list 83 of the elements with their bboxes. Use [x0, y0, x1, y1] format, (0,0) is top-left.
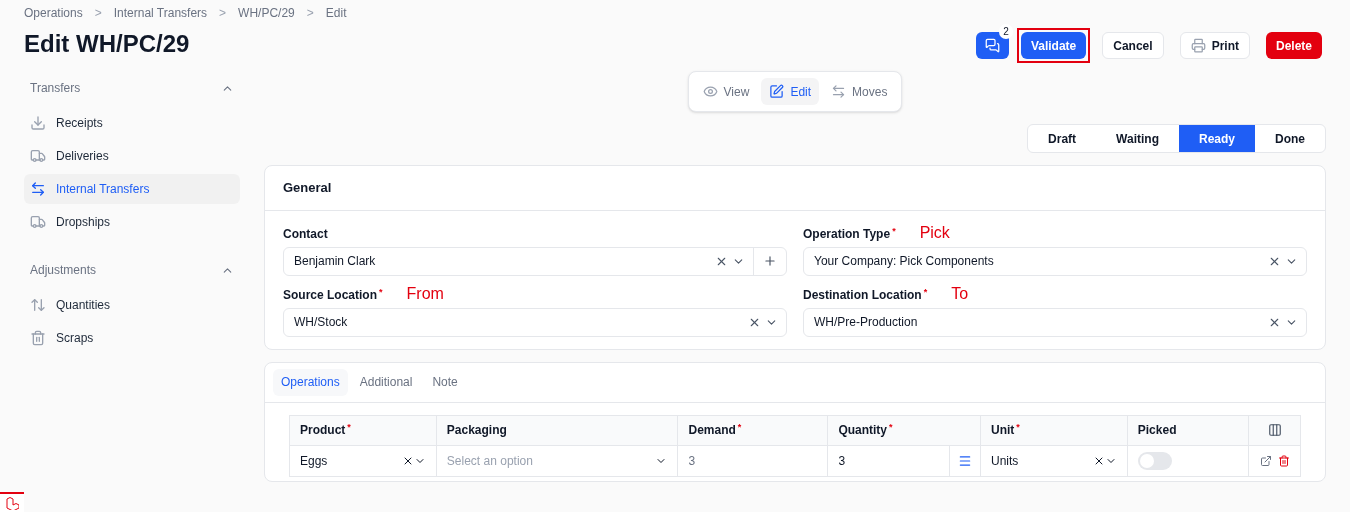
breadcrumb-link[interactable]: Edit [325, 4, 347, 22]
sidebar-item[interactable]: Scraps [24, 323, 240, 353]
nav-icon [30, 115, 46, 131]
required-mark: * [923, 286, 928, 297]
annotation-text: Pick [919, 222, 950, 243]
tab[interactable]: Note [424, 368, 466, 396]
view-tab[interactable]: Edit [761, 78, 820, 105]
column-header: Packaging [436, 415, 678, 445]
action-button[interactable]: Delete [1265, 32, 1322, 59]
field-value: Benjamin Clark [293, 253, 377, 270]
status-step: Waiting [1096, 125, 1179, 152]
field-label: Destination Location * [803, 285, 928, 304]
columns-icon[interactable] [1267, 423, 1282, 437]
page-title: Edit WH/PC/29 [24, 29, 191, 59]
sidebar-group-title: Transfers [30, 80, 81, 97]
printer-icon [1190, 38, 1206, 53]
chat-bubbles-icon [984, 38, 1000, 53]
column-header: Quantity * [827, 415, 981, 445]
sidebar-item[interactable]: Quantities [24, 290, 240, 320]
plus-icon [763, 254, 777, 268]
field-value: WH/Pre-Production [813, 314, 919, 331]
action-button[interactable]: Print [1179, 32, 1250, 59]
field-value: WH/Stock [293, 314, 349, 331]
eye-icon [702, 84, 718, 99]
required-mark: * [347, 422, 351, 432]
required-mark: * [889, 422, 893, 432]
demand-cell: 3 [678, 445, 828, 476]
packaging-select[interactable]: Select an option [446, 451, 668, 470]
annotation-text: To [951, 283, 969, 304]
required-mark: * [1016, 422, 1020, 432]
nav-icon [30, 214, 46, 230]
column-header: Demand * [678, 415, 828, 445]
select-field[interactable]: Benjamin Clark [283, 246, 787, 276]
required-mark: * [892, 225, 896, 236]
status-step: Draft [1028, 125, 1097, 152]
field-label: Operation Type * [803, 224, 896, 243]
open-icon[interactable] [1259, 454, 1272, 467]
sidebar-item[interactable]: Receipts [24, 108, 240, 138]
sidebar-item[interactable]: Dropships [24, 207, 240, 237]
required-mark: * [379, 286, 383, 297]
required-mark: * [737, 422, 742, 432]
select-field[interactable]: Your Company: Pick Components [803, 246, 1307, 276]
select-field[interactable]: WH/Stock [283, 307, 787, 337]
status-step: Ready [1178, 125, 1255, 152]
field-value: Your Company: Pick Components [813, 253, 995, 270]
delete-icon[interactable] [1277, 454, 1290, 467]
field-label: Contact [283, 225, 328, 243]
pencil-square-icon [769, 84, 785, 99]
picked-toggle[interactable] [1137, 451, 1172, 470]
breadcrumb-separator: > [219, 5, 227, 22]
nav-icon [30, 148, 46, 164]
breadcrumb-separator: > [306, 5, 314, 22]
breadcrumb-separator: > [94, 5, 102, 22]
column-header: Product * [289, 415, 437, 445]
nav-icon [30, 181, 46, 197]
breadcrumb-link[interactable]: Internal Transfers [113, 4, 208, 22]
product-value: Eggs [300, 452, 329, 470]
quantity-value: 3 [838, 452, 847, 470]
tab[interactable]: Operations [273, 368, 348, 396]
menu-icon[interactable] [957, 453, 972, 468]
tab[interactable]: Additional [351, 368, 421, 396]
sidebar-item[interactable]: Deliveries [24, 141, 240, 171]
status-step: Done [1255, 125, 1325, 152]
breadcrumb-link[interactable]: WH/PC/29 [238, 4, 295, 22]
nav-icon [30, 330, 46, 346]
select-field[interactable]: WH/Pre-Production [803, 307, 1307, 337]
view-tab[interactable]: Moves [823, 78, 896, 105]
debug-bar-button[interactable] [0, 492, 24, 512]
column-header: Picked [1127, 415, 1249, 445]
comments-count: 2 [999, 24, 1013, 39]
annotation-text: From [406, 283, 444, 304]
field-label: Source Location * [283, 285, 383, 304]
breadcrumb-link[interactable]: Operations [24, 4, 83, 22]
action-button[interactable]: Cancel [1102, 32, 1164, 59]
column-header: Unit * [980, 415, 1128, 445]
sidebar-item[interactable]: Internal Transfers [24, 174, 240, 204]
nav-icon [30, 297, 46, 313]
action-button[interactable]: Validate [1020, 32, 1087, 59]
view-tab[interactable]: View [694, 78, 758, 105]
sidebar-group-title: Adjustments [30, 262, 97, 279]
card-title: General [265, 166, 1325, 211]
arrows-exchange-icon [831, 84, 847, 99]
unit-value: Units [990, 452, 1020, 470]
